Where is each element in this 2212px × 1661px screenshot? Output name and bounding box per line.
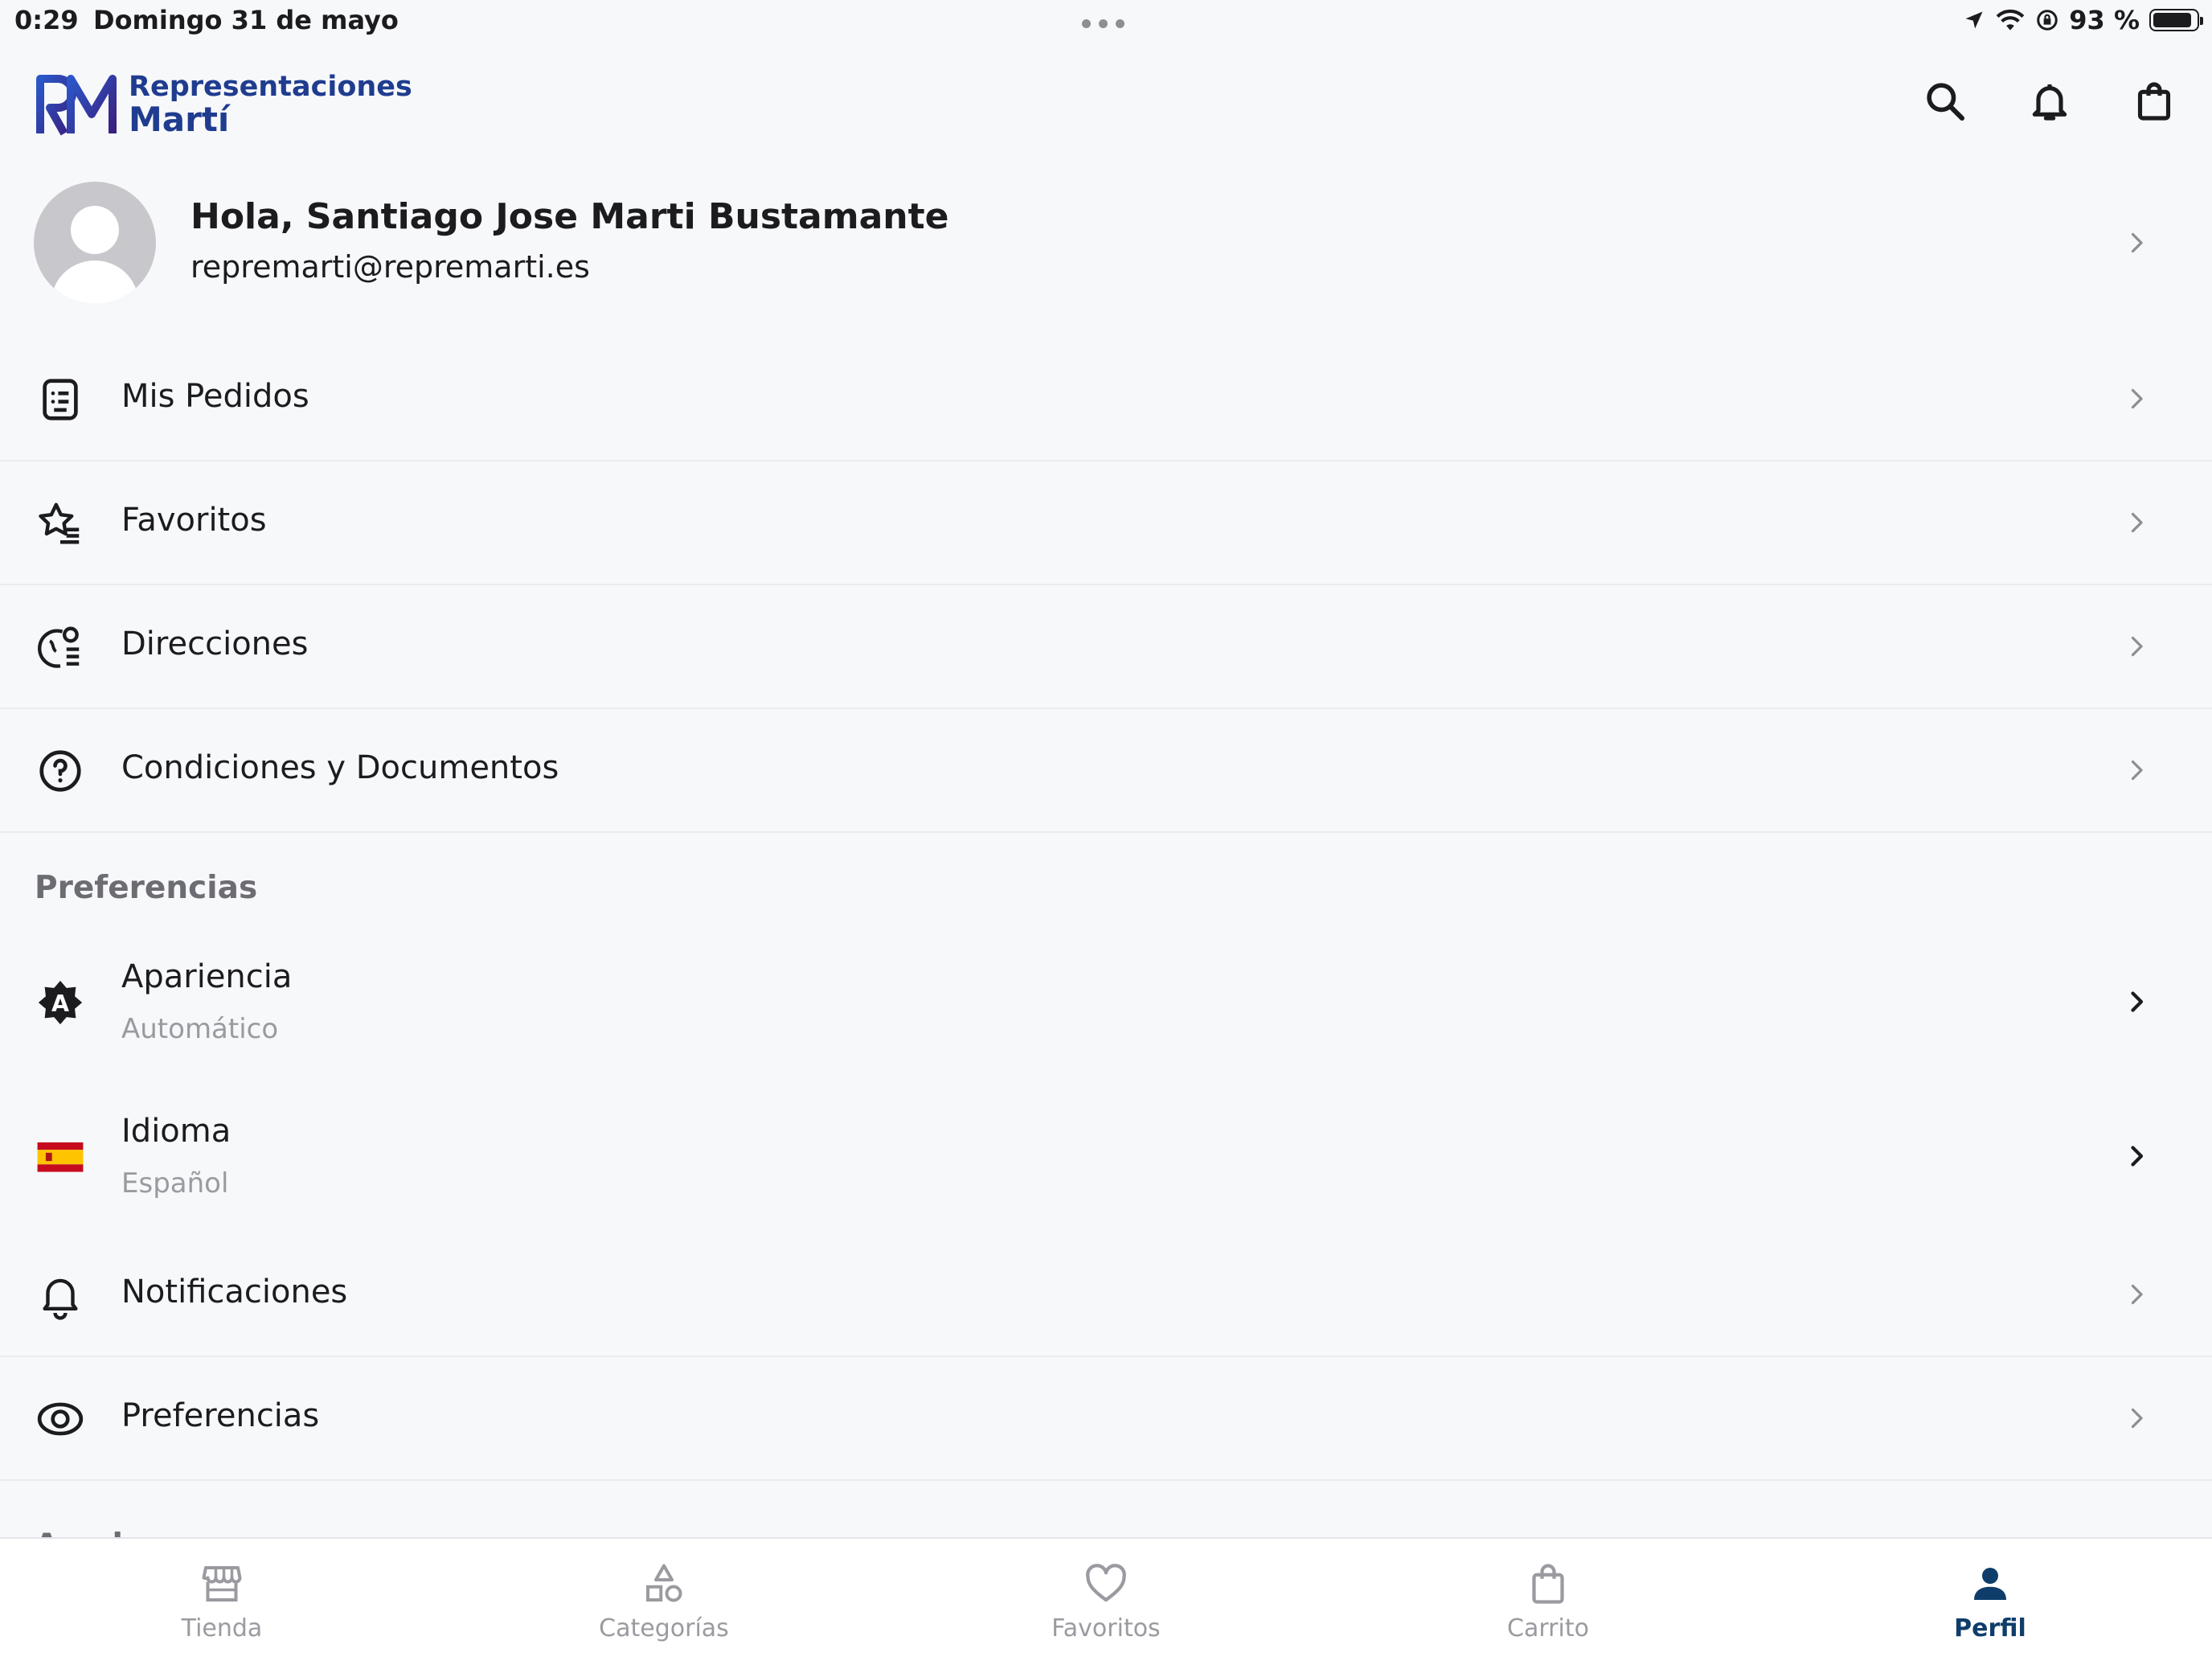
pref-item-label: Notificaciones bbox=[121, 1273, 348, 1310]
menu-item-direcciones[interactable]: Direcciones bbox=[0, 585, 2212, 709]
menu-item-label: Mis Pedidos bbox=[121, 378, 309, 415]
chevron-right-icon bbox=[2131, 636, 2143, 657]
brand-logo[interactable]: Representaciones Martí bbox=[35, 72, 412, 137]
person-placeholder-icon bbox=[51, 206, 138, 304]
bell-icon[interactable] bbox=[2027, 79, 2072, 124]
location-list-icon bbox=[38, 626, 80, 668]
battery-percent: 93 % bbox=[2069, 5, 2140, 35]
chevron-right-icon bbox=[2131, 232, 2143, 253]
pref-item-label: Preferencias bbox=[121, 1397, 320, 1434]
header-actions bbox=[1923, 79, 2177, 124]
menu-item-label: Direcciones bbox=[121, 625, 309, 662]
pref-item-notificaciones[interactable]: Notificaciones bbox=[0, 1233, 2212, 1357]
tab-categorias[interactable]: Categorías bbox=[543, 1560, 784, 1643]
search-icon[interactable] bbox=[1923, 79, 1968, 124]
tab-label: Categorías bbox=[599, 1614, 729, 1643]
tab-label: Perfil bbox=[1954, 1614, 2026, 1643]
multitasking-dots-icon[interactable] bbox=[1082, 19, 1124, 28]
pref-item-label: Idioma bbox=[121, 1113, 231, 1150]
eye-icon bbox=[37, 1402, 84, 1436]
section-title-preferencias: Preferencias bbox=[35, 870, 258, 906]
location-arrow-icon bbox=[1965, 11, 1983, 29]
person-icon bbox=[1974, 1568, 2006, 1600]
avatar bbox=[34, 182, 156, 304]
status-date: Domingo 31 de mayo bbox=[93, 5, 399, 35]
rm-logo-icon bbox=[36, 75, 117, 136]
tab-favoritos[interactable]: Favoritos bbox=[985, 1560, 1227, 1643]
pref-item-value: Automático bbox=[121, 1013, 279, 1045]
receipt-icon bbox=[43, 379, 78, 420]
shapes-icon bbox=[646, 1564, 682, 1602]
spain-flag-icon bbox=[37, 1142, 84, 1172]
battery-icon bbox=[2149, 9, 2203, 31]
wifi-icon bbox=[1996, 9, 2025, 31]
pref-item-apariencia[interactable]: A Apariencia Automático bbox=[0, 925, 2212, 1079]
section-title-ayuda: Ayuda bbox=[35, 1520, 144, 1537]
appearance-icon: A bbox=[38, 980, 83, 1025]
menu-item-favoritos[interactable]: Favoritos bbox=[0, 461, 2212, 585]
pref-item-idioma[interactable]: Idioma Español bbox=[0, 1079, 2212, 1233]
profile-greeting: Hola, Santiago Jose Marti Bustamante bbox=[190, 196, 949, 237]
brand-line1: Representaciones bbox=[129, 70, 412, 103]
menu-item-label: Condiciones y Documentos bbox=[121, 749, 559, 786]
chevron-right-icon bbox=[2131, 991, 2144, 1012]
pref-item-preferencias[interactable]: Preferencias bbox=[0, 1357, 2212, 1481]
tab-label: Carrito bbox=[1507, 1614, 1589, 1643]
battery-fill bbox=[2153, 13, 2191, 27]
chevron-right-icon bbox=[2131, 512, 2143, 533]
chevron-right-icon bbox=[2131, 1146, 2144, 1167]
chevron-right-icon bbox=[2131, 760, 2143, 781]
menu-item-label: Favoritos bbox=[121, 502, 267, 539]
account-menu: Mis Pedidos Favoritos Direcciones Condic… bbox=[0, 338, 2212, 833]
chevron-right-icon bbox=[2131, 1284, 2143, 1305]
help-circle-icon bbox=[39, 750, 81, 792]
bag-icon bbox=[1532, 1564, 1564, 1604]
tab-label: Tienda bbox=[181, 1614, 263, 1643]
pref-item-label: Apariencia bbox=[121, 958, 293, 995]
bell-icon bbox=[43, 1278, 78, 1320]
heart-icon bbox=[1086, 1564, 1126, 1602]
profile-email: repremarti@repremarti.es bbox=[190, 249, 590, 285]
app-header: Representaciones Martí bbox=[0, 56, 2212, 153]
chevron-right-icon bbox=[2131, 1408, 2143, 1429]
profile-card[interactable]: Hola, Santiago Jose Marti Bustamante rep… bbox=[0, 177, 2212, 306]
star-list-icon bbox=[39, 502, 80, 544]
status-time: 0:29 bbox=[14, 5, 79, 35]
orientation-lock-icon bbox=[2037, 10, 2058, 31]
tab-label: Favoritos bbox=[1051, 1614, 1161, 1643]
tab-carrito[interactable]: Carrito bbox=[1428, 1560, 1669, 1643]
brand-line2: Martí bbox=[129, 99, 230, 139]
tab-perfil[interactable]: Perfil bbox=[1870, 1560, 2111, 1643]
store-icon bbox=[202, 1566, 242, 1602]
preferences-menu: A Apariencia Automático Idioma Español N… bbox=[0, 925, 2212, 1481]
shopping-bag-icon[interactable] bbox=[2132, 79, 2177, 124]
pref-item-value: Español bbox=[121, 1167, 229, 1200]
menu-item-condiciones[interactable]: Condiciones y Documentos bbox=[0, 709, 2212, 833]
status-indicators: 93 % bbox=[1963, 5, 2203, 35]
tab-tienda[interactable]: Tienda bbox=[101, 1560, 342, 1643]
tab-bar: Tienda Categorías Favoritos Carrito Perf… bbox=[0, 1537, 2212, 1661]
status-bar: 0:29 Domingo 31 de mayo 93 % bbox=[0, 0, 2212, 48]
svg-text:A: A bbox=[51, 990, 69, 1017]
menu-item-mis-pedidos[interactable]: Mis Pedidos bbox=[0, 338, 2212, 461]
chevron-right-icon bbox=[2131, 388, 2143, 409]
